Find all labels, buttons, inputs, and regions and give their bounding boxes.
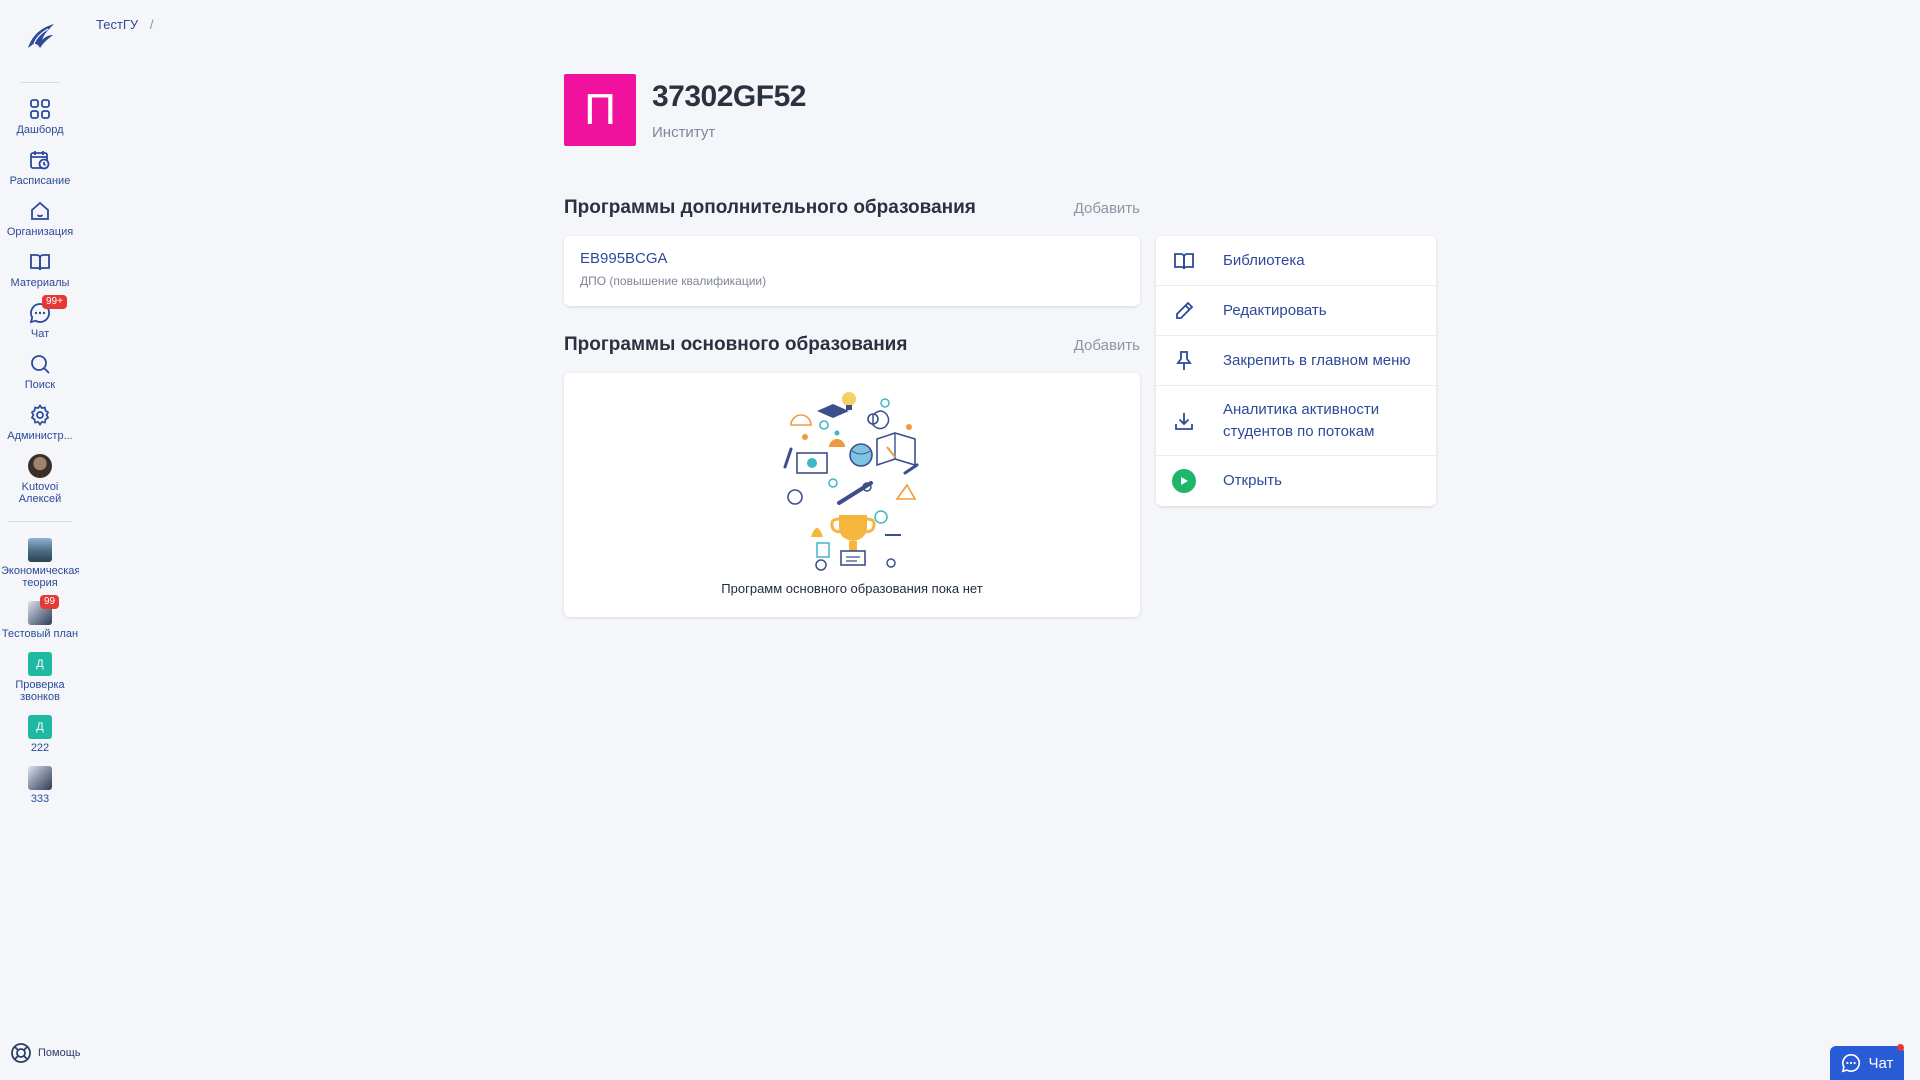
education-illustration (783, 392, 919, 571)
book-icon (1172, 249, 1196, 273)
sidebar-course-222[interactable]: Д 222 (0, 715, 80, 754)
sidebar-item-organization[interactable]: Организация (0, 199, 80, 238)
chat-float-button[interactable]: Чат (1830, 1044, 1904, 1080)
actions-menu: Библиотека Редактировать Закрепить в гла… (1156, 236, 1436, 506)
sidebar-course-economics[interactable]: Экономическая теория (0, 538, 80, 589)
sidebar-course-test-plan[interactable]: 99 Тестовый план (0, 595, 80, 640)
edit-action[interactable]: Редактировать (1156, 286, 1436, 336)
library-action[interactable]: Библиотека (1156, 236, 1436, 286)
sidebar-item-profile[interactable]: Kutovoi Алексей (0, 454, 80, 505)
page-subtitle: Институт (652, 123, 716, 141)
sidebar-item-label: Поиск (24, 379, 56, 391)
pencil-icon (1172, 299, 1196, 323)
empty-state-text: Программ основного образования пока нет (721, 581, 983, 596)
add-main-program-button[interactable]: Добавить (1074, 337, 1140, 354)
action-label: Открыть (1223, 472, 1282, 489)
sidebar-item-label: 333 (30, 793, 50, 805)
sidebar-item-label: Чат (30, 328, 50, 340)
gear-icon (28, 403, 52, 427)
sidebar-divider (8, 521, 72, 522)
chat-float-label: Чат (1868, 1054, 1894, 1072)
grid-icon (28, 97, 52, 121)
sidebar-course-call-check[interactable]: Д Проверка звонков (0, 652, 80, 703)
sidebar-item-materials[interactable]: Материалы (0, 250, 80, 289)
action-label: Аналитика активности студентов по потока… (1223, 400, 1380, 440)
action-label: Библиотека (1223, 251, 1305, 269)
course-initial: Д (28, 652, 52, 676)
empty-state-card: Программ основного образования пока нет (564, 373, 1140, 617)
program-code[interactable]: EB995BCGA (580, 250, 1124, 267)
course-initial: Д (28, 715, 52, 739)
program-card[interactable]: EB995BCGA ДПО (повышение квалификации) (564, 236, 1140, 306)
course-badge: 99 (40, 595, 60, 609)
action-label: Закрепить в главном меню (1223, 351, 1411, 369)
pin-icon (1172, 349, 1196, 373)
extra-programs-header: Программы дополнительного образования До… (564, 197, 1140, 219)
breadcrumb-separator: / (149, 17, 154, 32)
section-title: Программы основного образования (564, 334, 908, 355)
breadcrumb: ТестГУ / (96, 17, 153, 32)
search-icon (28, 352, 52, 376)
sidebar-item-label: Kutovoi Алексей (18, 481, 62, 505)
sidebar-item-label: 222 (30, 742, 50, 754)
main-programs-header: Программы основного образования Добавить (564, 334, 1140, 356)
org-header: П 37302GF52 Институт (564, 74, 806, 146)
download-icon (1172, 409, 1196, 433)
sidebar-item-label: Администр... (7, 430, 73, 442)
sidebar-item-search[interactable]: Поиск (0, 352, 80, 391)
sidebar-item-label: Проверка звонков (15, 679, 65, 703)
sidebar-item-dashboard[interactable]: Дашборд (0, 97, 80, 136)
sidebar-item-label: Дашборд (16, 124, 64, 136)
avatar (28, 454, 52, 478)
sidebar-item-label: Организация (6, 226, 74, 238)
course-image (28, 538, 52, 562)
notification-dot (1897, 1044, 1904, 1051)
sidebar-item-label: Тестовый план (1, 628, 79, 640)
action-label: Редактировать (1223, 301, 1327, 319)
lifebuoy-icon (11, 1043, 31, 1063)
sidebar: Дашборд Расписание Организация Материалы… (0, 0, 81, 1080)
sidebar-item-chat[interactable]: 99+ Чат (0, 295, 80, 340)
chat-badge: 99+ (42, 295, 67, 309)
sidebar-item-label: Расписание (9, 175, 71, 187)
sidebar-course-333[interactable]: 333 (0, 766, 80, 805)
program-type: ДПО (повышение квалификации) (580, 274, 767, 288)
pin-action[interactable]: Закрепить в главном меню (1156, 336, 1436, 386)
chat-icon (1841, 1053, 1860, 1073)
sidebar-item-label: Материалы (10, 277, 70, 289)
help-link[interactable]: Помощь (10, 1042, 81, 1064)
open-action[interactable]: Открыть (1156, 456, 1436, 506)
analytics-action[interactable]: Аналитика активности студентов по потока… (1156, 386, 1436, 456)
add-extra-program-button[interactable]: Добавить (1074, 200, 1140, 217)
help-label: Помощь (38, 1047, 81, 1059)
calendar-clock-icon (28, 148, 52, 172)
sidebar-item-label: Экономическая теория (1, 565, 79, 589)
home-icon (28, 199, 52, 223)
page-title: 37302GF52 (652, 79, 806, 113)
sidebar-divider (20, 82, 60, 83)
logo-icon[interactable] (22, 18, 58, 54)
sidebar-item-schedule[interactable]: Расписание (0, 148, 80, 187)
org-avatar: П (564, 74, 636, 146)
play-icon (1172, 469, 1196, 493)
breadcrumb-root[interactable]: ТестГУ (96, 17, 138, 32)
section-title: Программы дополнительного образования (564, 197, 976, 218)
sidebar-item-admin[interactable]: Администр... (0, 403, 80, 442)
course-image (28, 766, 52, 790)
book-icon (28, 250, 52, 274)
